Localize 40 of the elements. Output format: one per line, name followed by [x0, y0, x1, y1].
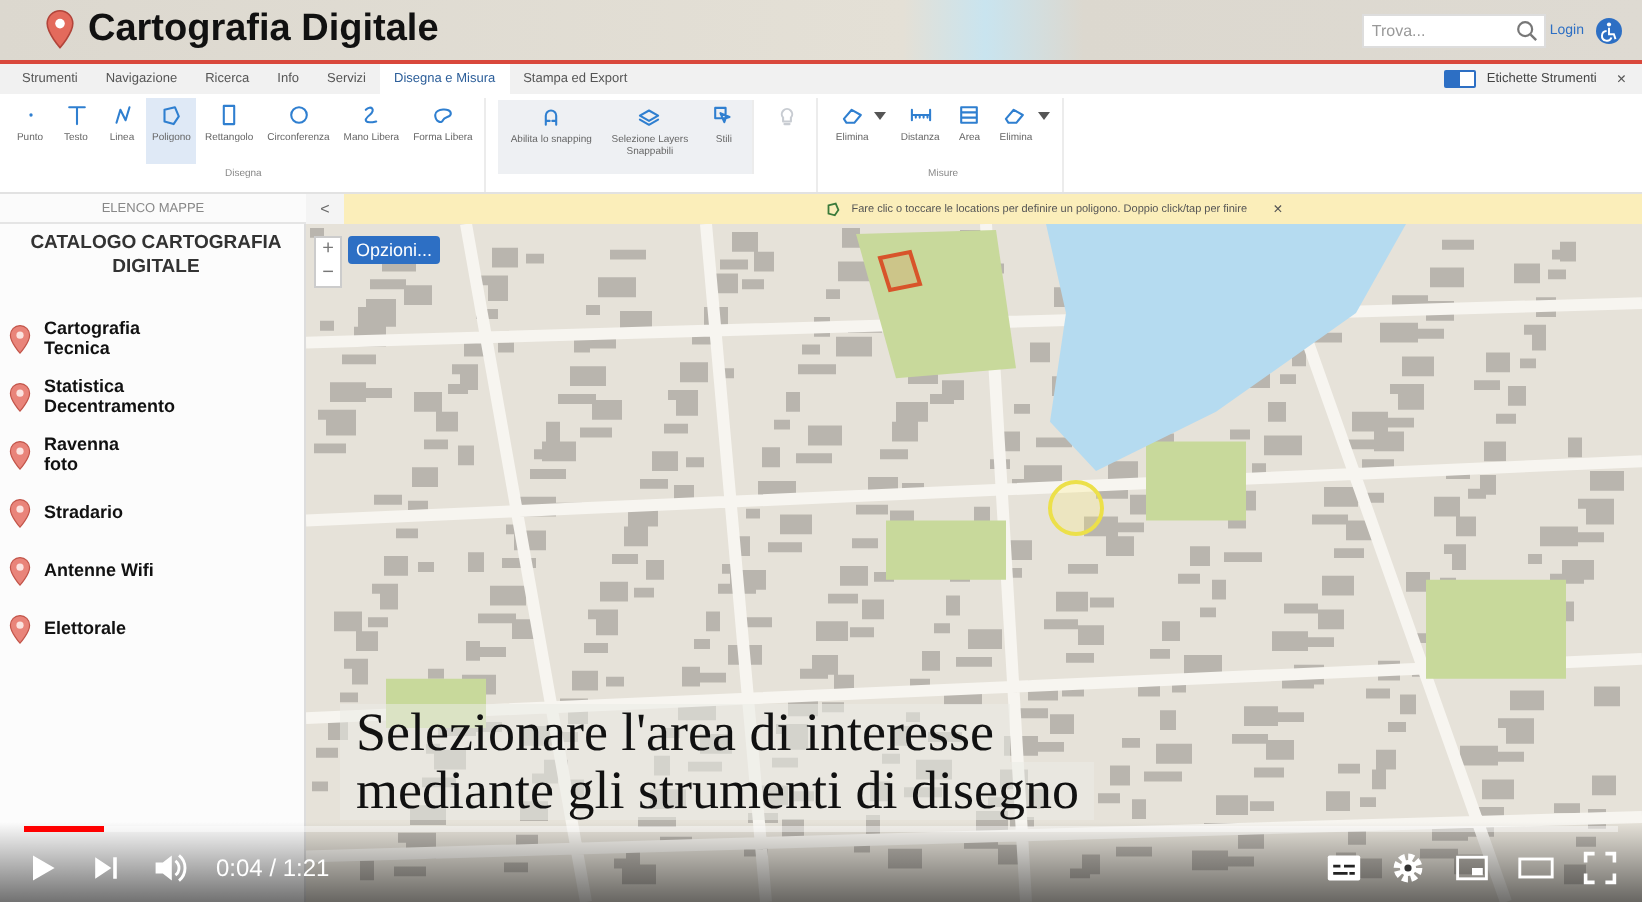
- map-pin-icon: [8, 439, 32, 472]
- area-icon: [956, 102, 983, 128]
- close-button[interactable]: ×: [1616, 70, 1626, 88]
- polygon-icon: [158, 102, 185, 128]
- zoom-in-button[interactable]: +: [316, 238, 340, 262]
- map-list-item[interactable]: Antenne Wifi: [8, 549, 154, 594]
- blob-icon: [429, 102, 456, 128]
- map-list-item[interactable]: Cartografia Tecnica: [8, 317, 141, 362]
- drawn-polygon: [876, 248, 924, 296]
- search-field[interactable]: Trova...: [1361, 13, 1546, 47]
- map-pin-icon: [8, 381, 32, 414]
- video-time: 0:04 / 1:21: [216, 853, 330, 881]
- collapse-button[interactable]: <: [306, 194, 344, 224]
- fullscreen-icon[interactable]: [1582, 849, 1618, 885]
- map-list-item[interactable]: Elettorale: [8, 607, 127, 652]
- progress-track[interactable]: [24, 826, 1618, 832]
- settings-icon[interactable]: [1390, 849, 1426, 885]
- caret-icon[interactable]: [1038, 112, 1051, 120]
- zigzag-line-icon: [109, 102, 135, 128]
- zoom-out-button[interactable]: −: [316, 262, 340, 286]
- map-list-item[interactable]: Ravenna foto: [8, 433, 120, 478]
- accessibility-icon[interactable]: [1596, 17, 1622, 43]
- map-pin-icon: [8, 323, 32, 356]
- volume-icon[interactable]: [152, 849, 188, 885]
- catalog-title: CATALOGO CARTOGRAFIA DIGITALE: [28, 232, 284, 282]
- map-pin-icon: [8, 555, 32, 588]
- letter-t-icon: [63, 102, 89, 128]
- polygon-icon: [823, 200, 842, 218]
- map-list-item[interactable]: Stradario: [8, 491, 124, 536]
- options-button[interactable]: Opzioni...: [348, 236, 441, 264]
- close-button[interactable]: ×: [1273, 200, 1283, 218]
- caret-icon[interactable]: [874, 112, 887, 120]
- map-pin-icon: [44, 8, 76, 52]
- map-pin-icon: [8, 613, 32, 646]
- map-pin-icon: [8, 497, 32, 530]
- app-title: Cartografia Digitale: [88, 8, 439, 52]
- layers-icon: [636, 104, 663, 130]
- map-list-item[interactable]: Statistica Decentramento: [8, 375, 176, 420]
- toggle-switch[interactable]: [1444, 70, 1477, 88]
- cursor-highlight: [1046, 478, 1106, 538]
